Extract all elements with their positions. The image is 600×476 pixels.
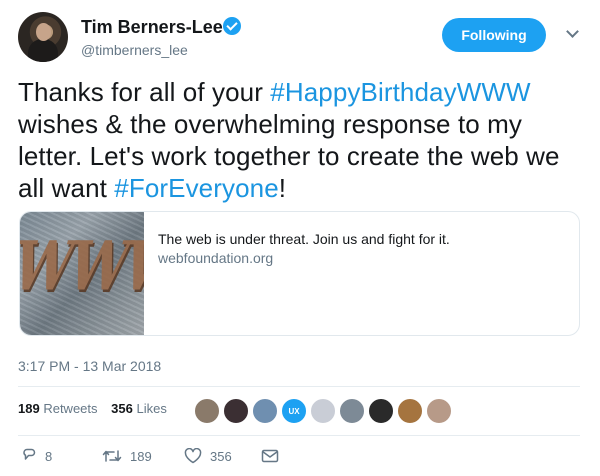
hashtag-link[interactable]: #HappyBirthdayWWW <box>270 77 530 107</box>
avatar-face <box>36 23 51 41</box>
liker-avatar[interactable] <box>222 397 250 425</box>
liker-avatar-label: UX <box>288 406 300 416</box>
reply-action[interactable]: 8 <box>21 448 52 464</box>
tweet-actions: 8 189 356 <box>18 448 580 468</box>
retweet-icon <box>102 448 122 464</box>
retweet-action[interactable]: 189 <box>102 448 152 464</box>
direct-message-action[interactable] <box>261 448 279 464</box>
card-domain: webfoundation.org <box>158 250 274 266</box>
liker-avatar[interactable] <box>193 397 221 425</box>
retweets-count: 189 <box>18 401 40 416</box>
hashtag-link[interactable]: #ForEveryone <box>114 173 279 203</box>
like-action[interactable]: 356 <box>184 448 232 464</box>
engagement-stats: 189 Retweets 356 Likes <box>18 401 167 416</box>
liker-avatar[interactable]: UX <box>280 397 308 425</box>
like-count: 356 <box>210 448 232 464</box>
tweet-text: Thanks for all of your #HappyBirthdayWWW… <box>18 76 582 204</box>
timestamp[interactable]: 3:17 PM - 13 Mar 2018 <box>18 358 161 374</box>
card-title: The web is under threat. Join us and fig… <box>158 231 450 247</box>
liker-avatar[interactable] <box>251 397 279 425</box>
liker-avatar[interactable] <box>338 397 366 425</box>
liker-avatar[interactable] <box>367 397 395 425</box>
user-name[interactable]: Tim Berners-Lee <box>81 17 223 38</box>
liker-avatar[interactable] <box>309 397 337 425</box>
likes-stat[interactable]: 356 Likes <box>111 401 167 416</box>
card-image: WWW <box>20 212 144 335</box>
tweet-text-segment: wishes & the overwhelming response to my… <box>18 109 560 203</box>
likes-label: Likes <box>136 401 167 416</box>
following-button[interactable]: Following <box>442 18 546 52</box>
envelope-icon <box>261 448 279 464</box>
liker-avatar[interactable] <box>425 397 453 425</box>
tweet-header: Tim Berners-Lee @timberners_lee Followin… <box>18 12 582 62</box>
tweet-text-segment: Thanks for all of your <box>18 77 271 107</box>
tweet-text-segment: ! <box>278 173 287 203</box>
link-card[interactable]: WWW The web is under threat. Join us and… <box>19 211 580 336</box>
user-handle[interactable]: @timberners_lee <box>81 42 188 58</box>
chevron-down-icon[interactable] <box>566 25 579 38</box>
avatar-body <box>28 39 58 62</box>
heart-icon <box>184 448 202 464</box>
retweets-label: Retweets <box>43 401 98 416</box>
retweets-stat[interactable]: 189 Retweets <box>18 401 98 416</box>
verified-badge-icon <box>223 17 241 35</box>
reply-count: 8 <box>45 448 53 464</box>
divider <box>18 386 580 387</box>
likes-count: 356 <box>111 401 133 416</box>
liker-avatar[interactable] <box>396 397 424 425</box>
avatar[interactable] <box>18 12 68 62</box>
card-image-text: WWW <box>20 226 144 307</box>
reply-icon <box>21 448 37 464</box>
divider <box>18 435 580 436</box>
retweet-count: 189 <box>130 448 152 464</box>
